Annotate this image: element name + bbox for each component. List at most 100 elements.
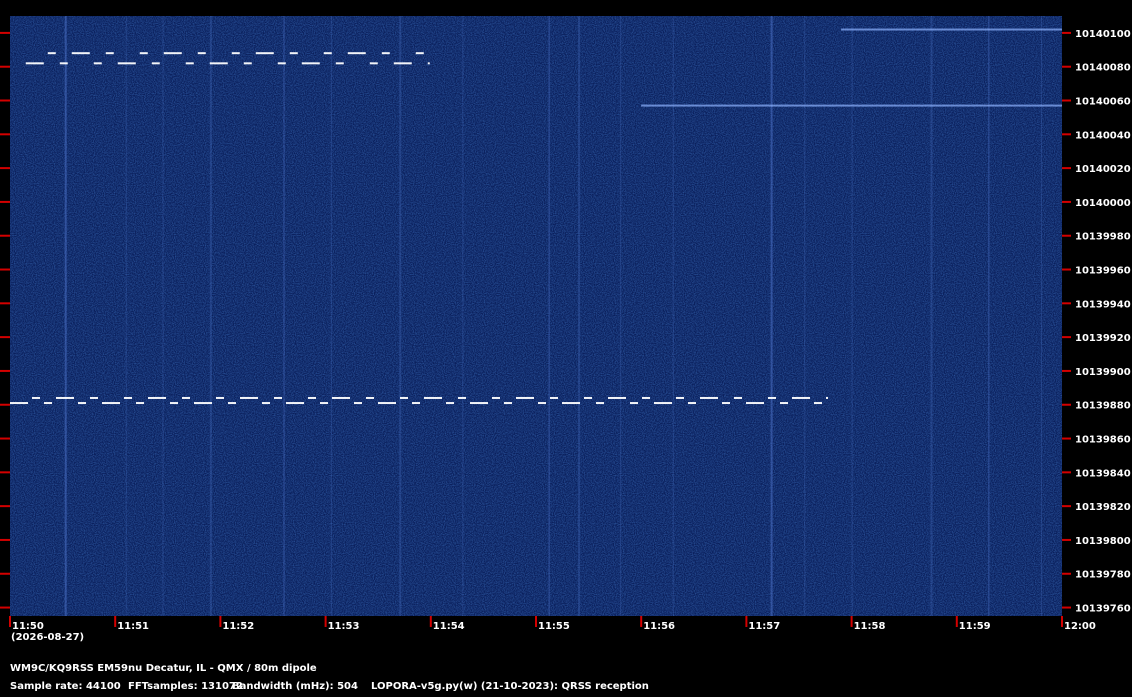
- interference-streak: [462, 16, 464, 616]
- signal-segment: [768, 396, 776, 399]
- x-tick-label: 11:52: [222, 621, 254, 632]
- signal-segment: [470, 402, 488, 405]
- signal-segment: [424, 396, 442, 399]
- y-tick-label: 10139920: [1075, 333, 1131, 344]
- signal-segment: [262, 402, 270, 405]
- y-tick-label: 10139840: [1075, 468, 1131, 479]
- signal-segment: [25, 62, 44, 65]
- signal-segment: [400, 396, 408, 399]
- carrier-trace: [641, 104, 1062, 107]
- signal-segment: [369, 62, 378, 65]
- signal-segment: [78, 402, 86, 405]
- signal-segment: [734, 396, 742, 399]
- signal-segment: [308, 396, 316, 399]
- station-info: WM9C/KQ9RSS EM59nu Decatur, IL - QMX / 8…: [10, 663, 317, 674]
- signal-segment: [277, 62, 286, 65]
- signal-segment: [301, 62, 320, 65]
- signal-segment: [90, 396, 98, 399]
- signal-segment: [630, 402, 638, 405]
- signal-segment: [458, 396, 466, 399]
- signal-segment: [197, 52, 206, 55]
- y-tick-label: 10140000: [1075, 198, 1131, 209]
- y-tick-label: 10139960: [1075, 266, 1131, 277]
- y-tick-label: 10139880: [1075, 401, 1131, 412]
- x-tick-label: 11:59: [959, 621, 991, 632]
- signal-segment: [700, 396, 718, 399]
- x-tick-label: 11:55: [538, 621, 570, 632]
- signal-segment: [446, 402, 454, 405]
- interference-streak: [548, 16, 550, 616]
- signal-segment: [323, 52, 332, 55]
- signal-segment: [550, 396, 558, 399]
- signal-segment: [136, 402, 144, 405]
- signal-segment: [93, 62, 102, 65]
- signal-segment: [562, 402, 580, 405]
- y-tick-label: 10139820: [1075, 502, 1131, 513]
- signal-segment: [746, 402, 764, 405]
- signal-segment: [354, 402, 362, 405]
- signal-segment: [320, 402, 328, 405]
- signal-segment: [216, 396, 224, 399]
- signal-segment: [688, 402, 696, 405]
- signal-segment: [286, 402, 304, 405]
- signal-segment: [243, 62, 252, 65]
- signal-segment: [56, 396, 74, 399]
- signal-segment: [10, 402, 28, 405]
- signal-segment: [170, 402, 178, 405]
- x-tick-label: 11:56: [643, 621, 675, 632]
- interference-streak: [330, 16, 332, 616]
- signal-segment: [412, 402, 420, 405]
- x-tick-label: 11:57: [748, 621, 780, 632]
- signal-segment: [228, 402, 236, 405]
- interference-streak: [162, 16, 164, 616]
- bandwidth: Bandwidth (mHz): 504: [232, 681, 358, 692]
- y-tick-label: 10140080: [1075, 63, 1131, 74]
- signal-segment: [255, 52, 274, 55]
- signal-segment: [194, 402, 212, 405]
- signal-segment: [148, 396, 166, 399]
- y-tick-label: 10140020: [1075, 164, 1131, 175]
- signal-segment: [32, 396, 40, 399]
- y-tick-label: 10140040: [1075, 130, 1131, 141]
- interference-streak: [578, 16, 581, 616]
- signal-segment: [378, 402, 396, 405]
- signal-segment: [117, 62, 136, 65]
- signal-segment: [240, 396, 258, 399]
- signal-segment: [516, 396, 534, 399]
- signal-segment: [102, 402, 120, 405]
- signal-segment: [151, 62, 160, 65]
- y-tick-label: 10140100: [1075, 29, 1131, 40]
- y-tick-label: 10139860: [1075, 435, 1131, 446]
- y-tick-label: 10139780: [1075, 570, 1131, 581]
- signal-segment: [642, 396, 650, 399]
- y-tick-label: 10139760: [1075, 604, 1131, 615]
- signal-segment: [209, 62, 228, 65]
- signal-segment: [780, 402, 788, 405]
- signal-segment: [366, 396, 374, 399]
- x-tick-label: 12:00: [1064, 621, 1096, 632]
- signal-segment: [185, 62, 194, 65]
- signal-segment: [332, 396, 350, 399]
- signal-segment: [654, 402, 672, 405]
- signal-segment: [722, 402, 730, 405]
- signal-segment: [44, 402, 52, 405]
- signal-segment: [71, 52, 90, 55]
- interference-streak: [399, 16, 402, 616]
- interference-streak: [64, 16, 67, 616]
- signal-segment: [504, 402, 512, 405]
- signal-segment: [59, 62, 68, 65]
- signal-segment: [347, 52, 366, 55]
- signal-segment: [814, 402, 822, 405]
- signal-segment: [596, 402, 604, 405]
- y-tick-label: 10139900: [1075, 367, 1131, 378]
- signal-segment: [492, 396, 500, 399]
- y-tick-label: 10140060: [1075, 97, 1131, 108]
- x-tick-label: 11:51: [117, 621, 149, 632]
- fft-samples: FFTsamples: 131072: [128, 681, 243, 692]
- date-label: (2026-08-27): [11, 632, 85, 643]
- signal-segment: [124, 396, 132, 399]
- interference-streak: [283, 16, 285, 616]
- x-tick-label: 11:58: [854, 621, 886, 632]
- signal-segment: [608, 396, 626, 399]
- interference-streak: [209, 16, 212, 616]
